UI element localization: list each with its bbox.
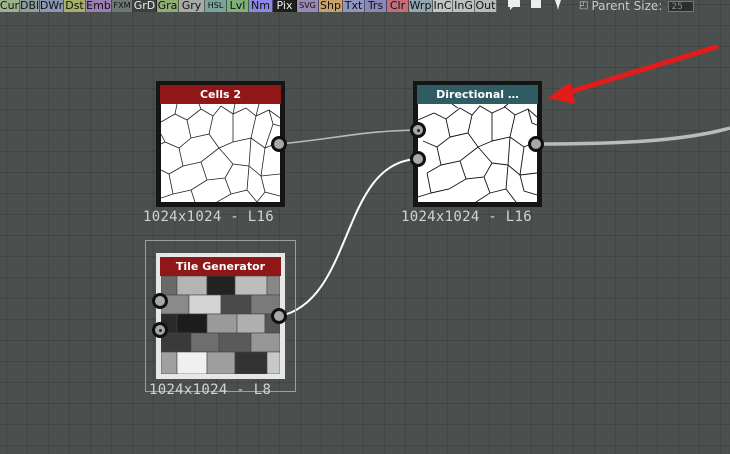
toolbar-button-txt[interactable]: Txt (343, 0, 365, 12)
parent-size-control: ◰ Parent Size: 25 (579, 0, 695, 12)
toolbar-button-shp[interactable]: Shp (319, 0, 343, 12)
directional-input-socket-1[interactable] (410, 122, 426, 138)
toolbar-button-out[interactable]: Out (475, 0, 497, 12)
tile-generator-title: Tile Generator (160, 257, 281, 276)
wire-cells-to-directional[interactable] (279, 129, 420, 145)
cells-2-title: Cells 2 (160, 85, 281, 104)
parent-size-icon: ◰ (579, 0, 589, 11)
tile-generator-output-socket[interactable] (271, 308, 287, 324)
directional-thumbnail (417, 103, 538, 203)
toolbar-button-svg[interactable]: SVG (297, 0, 319, 12)
annotation-arrowhead (548, 82, 575, 104)
wire-tile-to-directional[interactable] (279, 158, 420, 317)
cells-2-node[interactable]: Cells 2 (156, 81, 285, 207)
cells-2-resolution: 1024x1024 - L16 (143, 209, 274, 225)
toolbar-button-ing[interactable]: InG (453, 0, 475, 12)
tile-generator-node[interactable]: Tile Generator (156, 253, 285, 379)
directional-resolution: 1024x1024 - L16 (401, 209, 532, 225)
directional-node[interactable]: Directional … (413, 81, 542, 207)
tile-generator-thumbnail (160, 275, 281, 375)
annotation-arrow-shaft (563, 44, 719, 96)
parent-size-field[interactable]: 25 (668, 1, 695, 12)
toolbar-button-nm[interactable]: Nm (249, 0, 273, 12)
directional-texture (417, 103, 538, 203)
toolbar-button-wrp[interactable]: Wrp (409, 0, 433, 12)
comment-icon[interactable] (503, 0, 525, 12)
directional-input-socket-2[interactable] (410, 151, 426, 167)
cells-2-output-socket[interactable] (271, 136, 287, 152)
toolbar-button-fxm[interactable]: FXM (112, 0, 133, 12)
tile-generator-input-socket-1[interactable] (152, 293, 168, 309)
tile-texture (160, 275, 281, 375)
node-toolbar: Cur DBl DWr Dst Emb FXM GrD Gra Gry HSL Lvl Nm Pix SV… (0, 0, 730, 12)
toolbar-button-hsl[interactable]: HSL (205, 0, 227, 12)
toolbar-button-gra[interactable]: Gra (157, 0, 179, 12)
toolbar-button-pix[interactable]: Pix (273, 0, 297, 12)
toolbar-button-inc[interactable]: InC (433, 0, 453, 12)
annotation-arrow (548, 44, 719, 104)
toolbar-button-clr[interactable]: Clr (387, 0, 409, 12)
tile-generator-input-socket-2[interactable] (152, 322, 168, 338)
toolbar-button-lvl[interactable]: Lvl (227, 0, 249, 12)
wire-directional-out[interactable] (536, 126, 730, 146)
toolbar-button-emb[interactable]: Emb (86, 0, 112, 12)
toolbar-button-grd[interactable]: GrD (133, 0, 157, 12)
toolbar-button-gry[interactable]: Gry (179, 0, 205, 12)
cells-texture (160, 103, 281, 203)
directional-output-socket[interactable] (528, 136, 544, 152)
graph-wires (279, 44, 730, 317)
parent-size-label: Parent Size: (591, 0, 663, 12)
frame-icon[interactable] (525, 0, 547, 12)
toolbar-button-dst[interactable]: Dst (64, 0, 86, 12)
pin-icon[interactable] (547, 0, 569, 12)
toolbar-button-dbl[interactable]: DBl (20, 0, 40, 12)
tile-generator-resolution: 1024x1024 - L8 (149, 382, 272, 398)
cells-2-thumbnail (160, 103, 281, 203)
toolbar-button-dwr[interactable]: DWr (40, 0, 64, 12)
toolbar-button-cur[interactable]: Cur (0, 0, 20, 12)
directional-title: Directional … (417, 85, 538, 104)
toolbar-button-trs[interactable]: Trs (365, 0, 387, 12)
